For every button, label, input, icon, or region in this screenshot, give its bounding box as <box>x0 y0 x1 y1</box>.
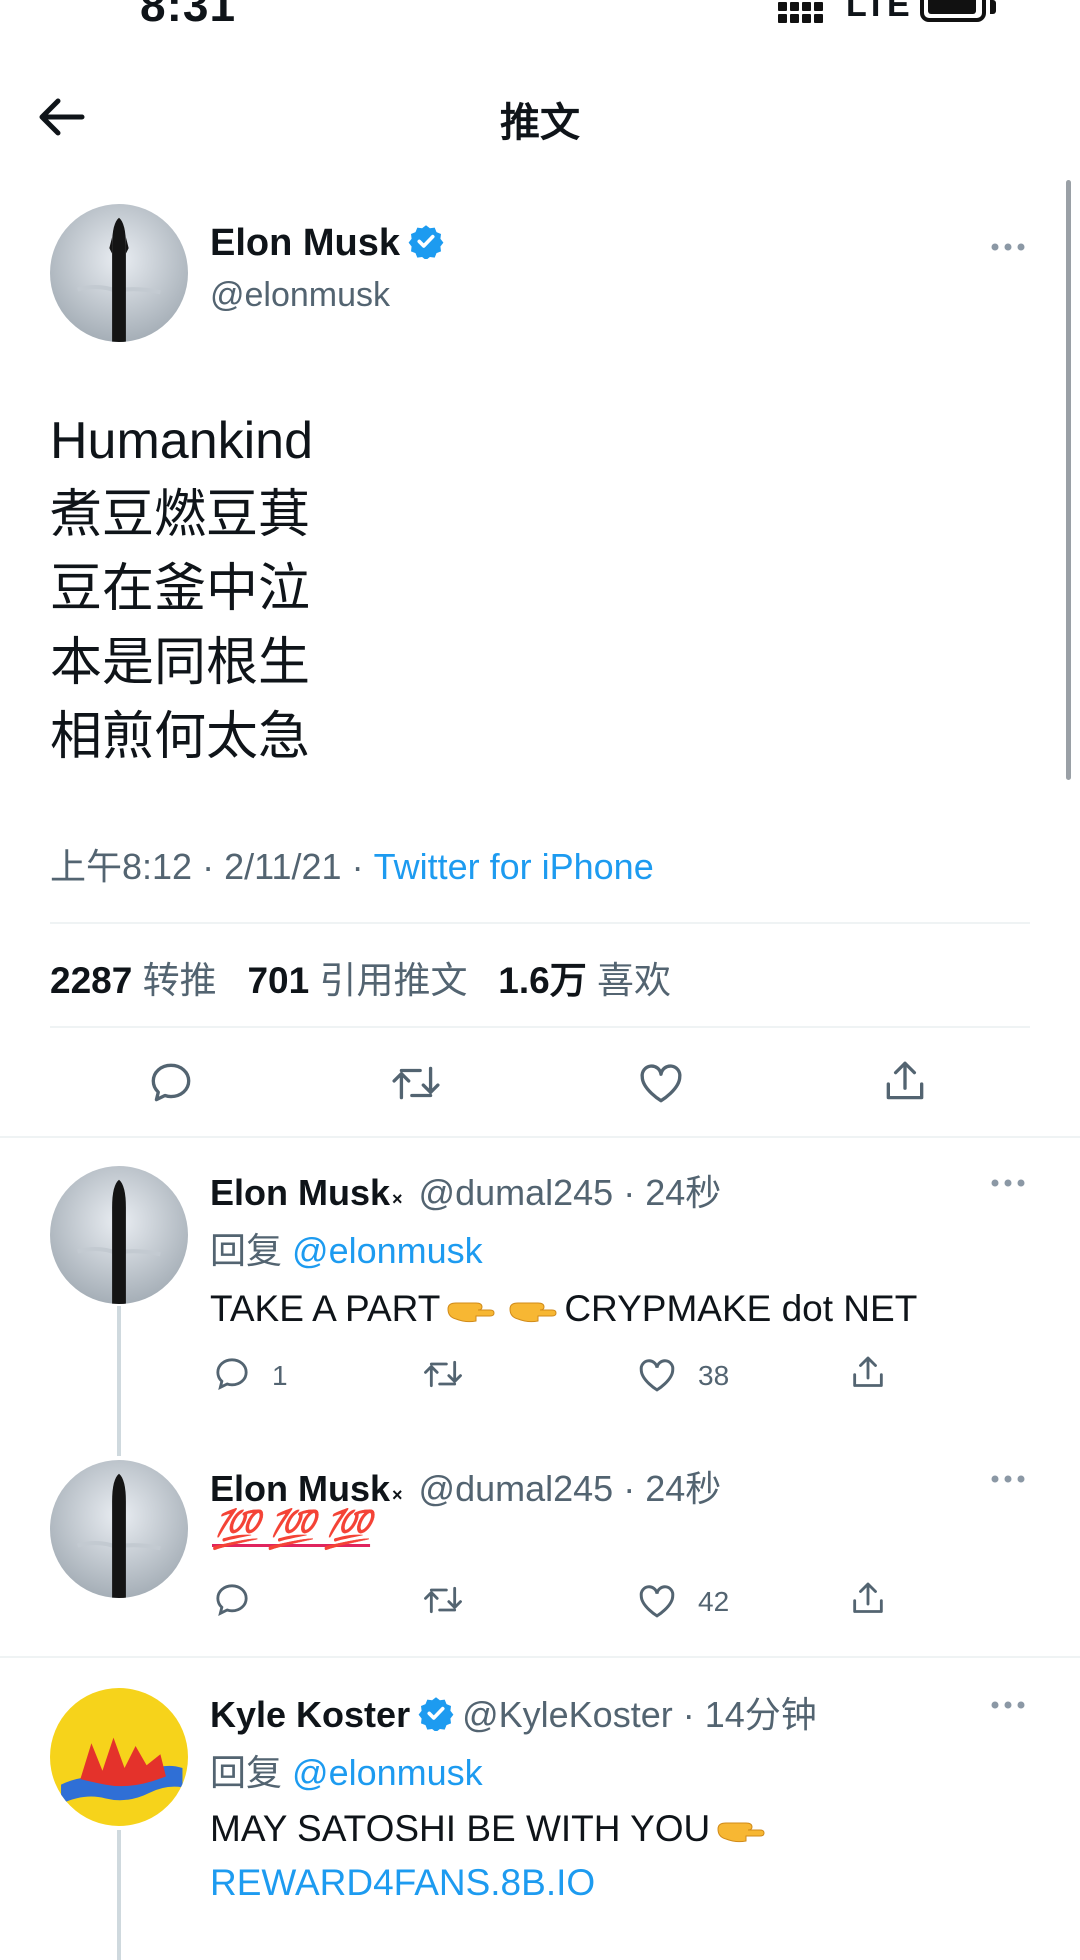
name-suffix: × <box>392 1189 403 1209</box>
pointing-hand-emoji <box>509 1302 557 1323</box>
reply-age: 24秒 <box>645 1468 722 1509</box>
reply-prefix: 回复 <box>210 1752 283 1793</box>
avatar[interactable] <box>50 204 188 342</box>
scrollbar[interactable] <box>1066 180 1071 780</box>
mention-link[interactable]: @elonmusk <box>292 1752 483 1793</box>
share-icon[interactable] <box>848 1352 888 1394</box>
reply-handle: @dumal245 <box>418 1468 614 1509</box>
reply-age: 14分钟 <box>704 1694 817 1735</box>
tweet-text: Humankind 煮豆燃豆萁 豆在釜中泣 本是同根生 相煎何太急 <box>50 412 314 766</box>
page-title: 推文 <box>500 101 580 145</box>
retweets-stat[interactable]: 2287 转推 <box>50 960 217 1001</box>
avatar[interactable] <box>50 1460 188 1598</box>
verified-badge-icon <box>408 225 444 259</box>
reply-age: 24秒 <box>645 1172 722 1213</box>
tweet-date: 2/11/21 <box>224 846 342 887</box>
tweet-meta: 上午8:12 · 2/11/21 · Twitter for iPhone <box>50 838 654 890</box>
reply-handle: @KyleKoster <box>462 1694 673 1735</box>
reply-icon[interactable] <box>212 1354 252 1394</box>
likes-stat[interactable]: 1.6万 喜欢 <box>498 960 671 1001</box>
thread-line <box>117 1830 121 1960</box>
status-time: 8:31 <box>140 0 237 31</box>
tweet-time: 上午8:12 <box>50 846 193 887</box>
battery-icon <box>920 0 986 22</box>
like-count: 42 <box>698 1586 730 1617</box>
divider <box>0 1656 1080 1658</box>
network-type: LTE <box>846 0 911 24</box>
reply-author-name: Elon Musk <box>210 1468 391 1509</box>
meta-separator: · <box>351 846 364 887</box>
retweet-icon[interactable] <box>420 1354 466 1394</box>
divider <box>0 1136 1080 1138</box>
tweet-stats: 2287 转推 701 引用推文 1.6万 喜欢 <box>50 950 671 1004</box>
divider <box>50 1026 1030 1028</box>
more-icon[interactable] <box>988 1698 1028 1712</box>
author-name-text: Elon Musk <box>210 222 401 264</box>
hundred-emoji-text: 💯 💯 💯 <box>212 1509 371 1551</box>
pointing-hand-emoji <box>447 1302 495 1323</box>
reply-icon[interactable] <box>212 1580 252 1620</box>
pointing-hand-emoji <box>717 1822 765 1843</box>
divider <box>50 922 1030 924</box>
like-count: 38 <box>698 1360 730 1391</box>
status-bar: 8:31 LTE <box>0 0 1080 40</box>
more-icon[interactable] <box>988 1472 1028 1486</box>
reward-link[interactable]: REWARD4FANS.8B.IO <box>210 1862 595 1904</box>
reply-text: MAY SATOSHI BE WITH YOU <box>210 1808 772 1850</box>
reply-author[interactable]: Elon Musk × @dumal245 · 24秒 <box>210 1460 721 1512</box>
more-icon[interactable] <box>988 240 1028 254</box>
name-suffix: × <box>392 1485 403 1505</box>
reply-count: 1 <box>272 1360 288 1391</box>
battery-tip <box>990 0 996 14</box>
verified-badge-icon <box>418 1697 454 1731</box>
like-icon[interactable] <box>636 1354 678 1396</box>
reply-text: TAKE A PART CRYPMAKE dot NET <box>210 1288 918 1329</box>
replying-to: 回复 @elonmusk <box>210 1744 483 1796</box>
more-icon[interactable] <box>988 1176 1028 1190</box>
reply-author[interactable]: Kyle Koster @KyleKoster · 14分钟 <box>210 1686 817 1738</box>
author-handle[interactable]: @elonmusk <box>210 276 390 315</box>
like-icon[interactable] <box>636 1058 686 1108</box>
like-icon[interactable] <box>636 1580 678 1622</box>
reply-handle: @dumal245 <box>418 1172 614 1213</box>
author-name[interactable]: Elon Musk <box>210 222 444 265</box>
replying-to: 回复 @elonmusk <box>210 1222 483 1274</box>
retweet-icon[interactable] <box>420 1580 466 1620</box>
mention-link[interactable]: @elonmusk <box>292 1230 483 1271</box>
reply-author-name: Elon Musk <box>210 1172 391 1213</box>
avatar[interactable] <box>50 1688 188 1826</box>
header: 推文 <box>0 70 1080 160</box>
reply-author-name: Kyle Koster <box>210 1694 411 1735</box>
avatar[interactable] <box>50 1166 188 1304</box>
reply-author[interactable]: Elon Musk × @dumal245 · 24秒 <box>210 1164 721 1216</box>
tweet-client-link[interactable]: Twitter for iPhone <box>374 846 654 887</box>
reply-prefix: 回复 <box>210 1230 283 1271</box>
quotes-stat[interactable]: 701 引用推文 <box>247 960 467 1001</box>
share-icon[interactable] <box>848 1578 888 1620</box>
share-icon[interactable] <box>880 1056 930 1108</box>
signal-icon <box>778 2 834 26</box>
reply-icon[interactable] <box>146 1058 196 1108</box>
thread-line <box>117 1306 121 1456</box>
meta-separator: · <box>202 846 215 887</box>
retweet-icon[interactable] <box>388 1058 444 1108</box>
